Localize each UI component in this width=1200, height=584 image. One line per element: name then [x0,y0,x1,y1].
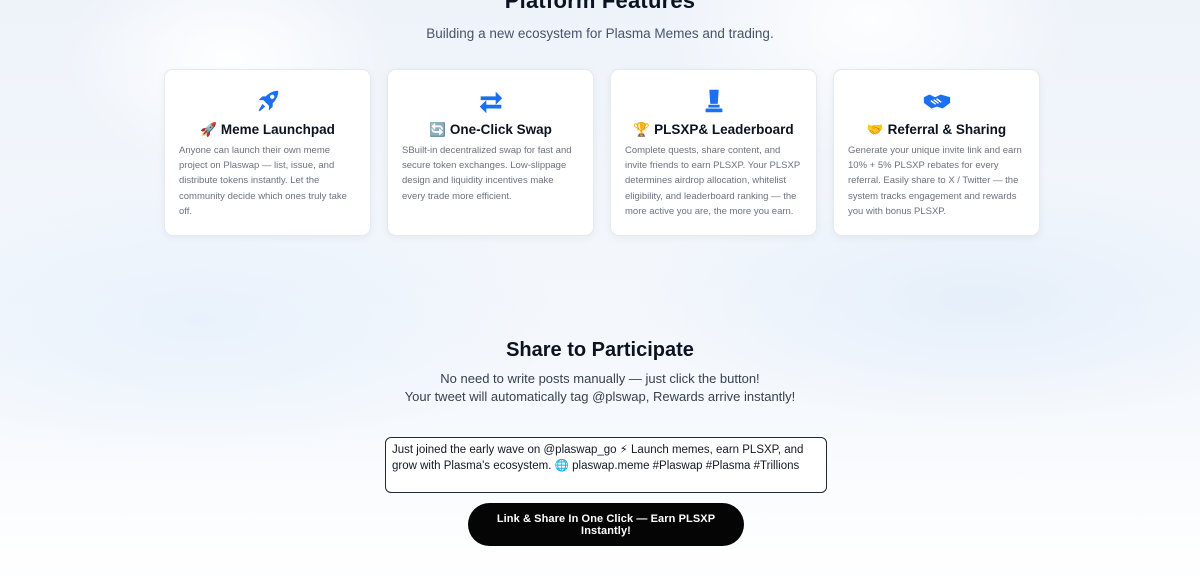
feature-card-meme-launchpad: 🚀 Meme Launchpad Anyone can launch their … [164,69,371,236]
share-button[interactable]: Link & Share In One Click — Earn PLSXP I… [468,503,744,546]
handshake-icon [922,86,952,116]
arrows-emoji-icon: 🔄 [429,122,446,138]
feature-card-title: 🤝 Referral & Sharing [848,122,1025,138]
feature-card-description: Complete quests, share content, and invi… [625,145,800,217]
feature-card-list: 🚀 Meme Launchpad Anyone can launch their … [164,69,1040,236]
swap-arrows-icon [476,86,506,116]
feature-card-description: Generate your unique invite link and ear… [848,145,1022,217]
share-title: Share to Participate [506,339,694,361]
feature-card-title-text: Meme Launchpad [220,122,335,137]
trophy-emoji-icon: 🏆 [633,122,651,138]
feature-card-title: 🔄 One-Click Swap [402,122,579,138]
rocket-icon [253,86,283,116]
feature-card-title-text: Referral & Sharing [887,122,1007,137]
feature-card-title: 🏆 PLSXP& Leaderboard [625,122,802,138]
feature-card-leaderboard: 🏆 PLSXP& Leaderboard Complete quests, sha… [610,69,817,236]
feature-card-title-text: One-Click Swap [449,122,552,137]
share-instructions-line-2: Your tweet will automatically tag @plswa… [404,389,796,404]
trophy-icon [699,86,729,116]
feature-card-title: 🚀 Meme Launchpad [179,122,356,138]
feature-card-description: Anyone can launch their own meme project… [179,145,347,217]
feature-card-referral-sharing: 🤝 Referral & Sharing Generate your unique… [833,69,1040,236]
feature-card-description: SBuilt-in decentralized swap for fast an… [402,145,572,202]
rocket-emoji-icon: 🚀 [200,122,217,138]
feature-card-one-click-swap: 🔄 One-Click Swap SBuilt-in decentralized … [387,69,594,236]
handshake-emoji-icon: 🤝 [866,122,884,138]
features-title: Platform Features [504,0,696,13]
tweet-text-input[interactable]: Just joined the early wave on @plaswap_g… [385,437,827,493]
features-subtitle: Building a new ecosystem for Plasma Meme… [426,26,774,41]
feature-card-title-text: PLSXP& Leaderboard [654,122,794,137]
share-instructions-line-1: No need to write posts manually — just c… [440,371,760,386]
